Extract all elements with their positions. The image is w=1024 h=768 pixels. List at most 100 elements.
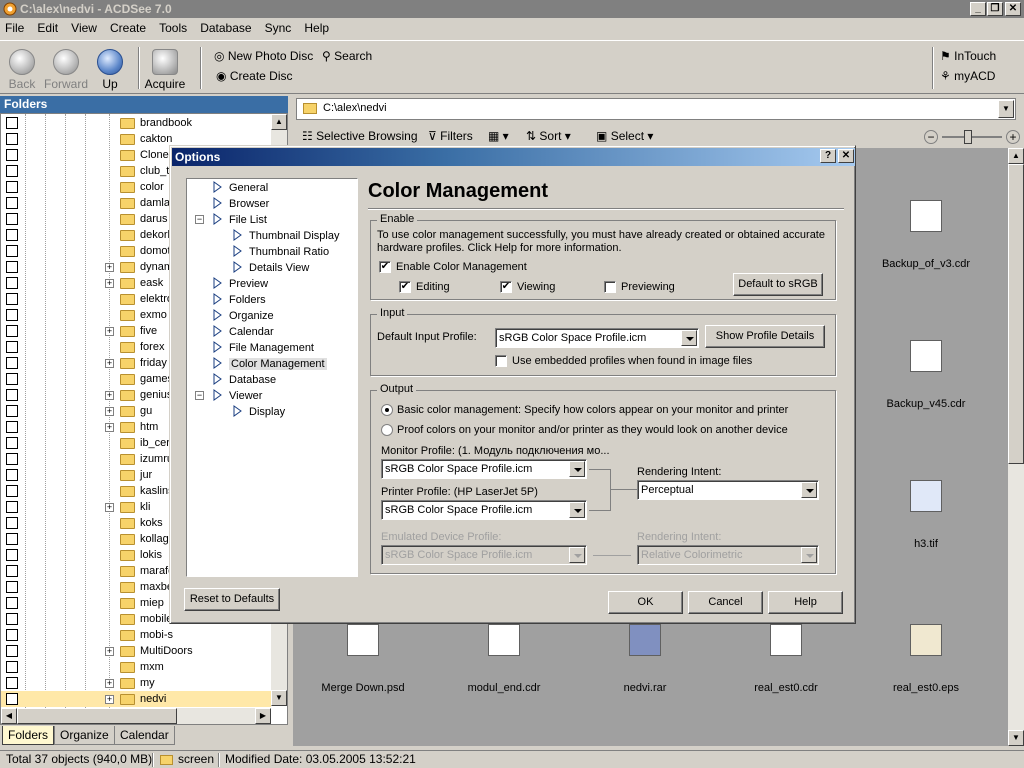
expand-icon[interactable]: + [105, 695, 114, 704]
slider-handle[interactable] [964, 130, 972, 144]
folder-checkbox[interactable] [6, 133, 18, 145]
menu-create[interactable]: Create [105, 19, 151, 37]
folder-checkbox[interactable] [6, 517, 18, 529]
help-question-icon[interactable]: ? [820, 149, 836, 163]
acquire-button[interactable]: Acquire [142, 45, 188, 91]
collapse-icon[interactable]: − [195, 391, 204, 400]
back-button[interactable]: Back [0, 45, 44, 91]
folder-checkbox[interactable] [6, 197, 18, 209]
folder-checkbox[interactable] [6, 181, 18, 193]
minimize-button[interactable]: _ [970, 2, 986, 16]
folder-checkbox[interactable] [6, 549, 18, 561]
menu-sync[interactable]: Sync [260, 19, 297, 37]
cancel-button[interactable]: Cancel [688, 591, 763, 614]
folder-checkbox[interactable] [6, 341, 18, 353]
path-dropdown-button[interactable]: ▼ [998, 100, 1014, 118]
file-item[interactable]: real_est0.eps [856, 624, 996, 694]
rendering-intent-2-select[interactable]: Relative Colorimetric [637, 545, 819, 565]
previewing-checkbox[interactable] [604, 281, 616, 293]
folder-checkbox[interactable] [6, 245, 18, 257]
tree-item[interactable]: Display [233, 405, 285, 418]
tab-organize[interactable]: Organize [54, 726, 115, 745]
folder-checkbox[interactable] [6, 661, 18, 673]
expand-icon[interactable]: + [105, 279, 114, 288]
file-item[interactable]: Merge Down.psd [293, 624, 433, 694]
tree-item[interactable]: General [213, 181, 268, 194]
tree-item[interactable]: Details View [233, 261, 309, 274]
expand-icon[interactable]: + [105, 647, 114, 656]
folder-checkbox[interactable] [6, 629, 18, 641]
sort-button[interactable]: ⇅ Sort ▾ [526, 129, 571, 143]
tab-folders[interactable]: Folders [2, 726, 55, 745]
scroll-thumb[interactable] [17, 708, 177, 724]
folder-checkbox[interactable] [6, 309, 18, 321]
folder-row[interactable]: + my [1, 675, 271, 691]
forward-button[interactable]: Forward [44, 45, 88, 91]
reset-to-defaults-button[interactable]: Reset to Defaults [184, 588, 280, 611]
zoom-out-icon[interactable]: − [924, 130, 938, 144]
folders-horizontal-scrollbar[interactable]: ◀ ▶ [1, 708, 271, 724]
emulated-device-profile-select[interactable]: sRGB Color Space Profile.icm [381, 545, 587, 565]
scroll-down-button[interactable]: ▼ [271, 690, 287, 706]
menu-file[interactable]: File [0, 19, 29, 37]
tree-item[interactable]: Database [213, 373, 276, 386]
zoom-in-icon[interactable]: + [1006, 130, 1020, 144]
expand-icon[interactable]: + [105, 503, 114, 512]
file-item[interactable]: modul_end.cdr [434, 624, 574, 694]
dialog-close-button[interactable]: ✕ [838, 149, 854, 163]
enable-color-management-checkbox[interactable]: ✔ [379, 261, 391, 273]
file-item[interactable]: real_est0.cdr [716, 624, 856, 694]
intouch-button[interactable]: ⚑ InTouch [940, 49, 996, 63]
folder-row[interactable]: brandbook [1, 115, 271, 131]
file-list-scrollbar[interactable]: ▲ ▼ [1008, 148, 1024, 746]
menu-tools[interactable]: Tools [154, 19, 192, 37]
scroll-right-button[interactable]: ▶ [255, 708, 271, 724]
folder-checkbox[interactable] [6, 405, 18, 417]
viewing-checkbox[interactable]: ✔ [500, 281, 512, 293]
folder-checkbox[interactable] [6, 261, 18, 273]
tree-item[interactable]: Thumbnail Ratio [233, 245, 329, 258]
editing-checkbox[interactable]: ✔ [399, 281, 411, 293]
menu-edit[interactable]: Edit [32, 19, 63, 37]
folder-checkbox[interactable] [6, 533, 18, 545]
expand-icon[interactable]: + [105, 679, 114, 688]
select-button[interactable]: ▣ Select ▾ [596, 129, 653, 143]
tree-item[interactable]: Organize [213, 309, 274, 322]
folder-checkbox[interactable] [6, 165, 18, 177]
tree-item[interactable]: Thumbnail Display [233, 229, 339, 242]
path-combo[interactable]: C:\alex\nedvi ▼ [296, 98, 1016, 120]
rendering-intent-select[interactable]: Perceptual [637, 480, 819, 500]
file-item[interactable]: Backup_of_v3.cdr [856, 200, 996, 270]
folder-checkbox[interactable] [6, 229, 18, 241]
create-disc-button[interactable]: ◉ Create Disc [216, 69, 293, 83]
help-button[interactable]: Help [768, 591, 843, 614]
file-item[interactable]: h3.tif [856, 480, 996, 550]
tree-item[interactable]: − File List [195, 213, 267, 226]
scroll-down-button[interactable]: ▼ [1008, 730, 1024, 746]
default-to-srgb-button[interactable]: Default to sRGB [733, 273, 823, 296]
folder-checkbox[interactable] [6, 613, 18, 625]
folder-checkbox[interactable] [6, 677, 18, 689]
folder-checkbox[interactable] [6, 213, 18, 225]
folder-checkbox[interactable] [6, 485, 18, 497]
expand-icon[interactable]: + [105, 327, 114, 336]
expand-icon[interactable]: + [105, 407, 114, 416]
expand-icon[interactable]: + [105, 359, 114, 368]
scroll-up-button[interactable]: ▲ [271, 114, 287, 130]
thumbnail-size-slider[interactable] [942, 136, 1002, 138]
folder-checkbox[interactable] [6, 645, 18, 657]
view-mode-button[interactable]: ▦ ▾ [488, 129, 509, 143]
ok-button[interactable]: OK [608, 591, 683, 614]
basic-color-management-radio[interactable] [381, 404, 393, 416]
folder-checkbox[interactable] [6, 421, 18, 433]
folder-checkbox[interactable] [6, 357, 18, 369]
proof-colors-radio[interactable] [381, 424, 393, 436]
folder-checkbox[interactable] [6, 389, 18, 401]
myacd-button[interactable]: ⚘ myACD [940, 69, 995, 83]
selective-browsing-button[interactable]: ☷ Selective Browsing [302, 129, 418, 143]
options-category-tree[interactable]: General Browser − File List Thumbnail Displa… [186, 178, 358, 577]
folder-checkbox[interactable] [6, 117, 18, 129]
tab-calendar[interactable]: Calendar [114, 726, 175, 745]
tree-item[interactable]: Folders [213, 293, 266, 306]
folder-checkbox[interactable] [6, 293, 18, 305]
